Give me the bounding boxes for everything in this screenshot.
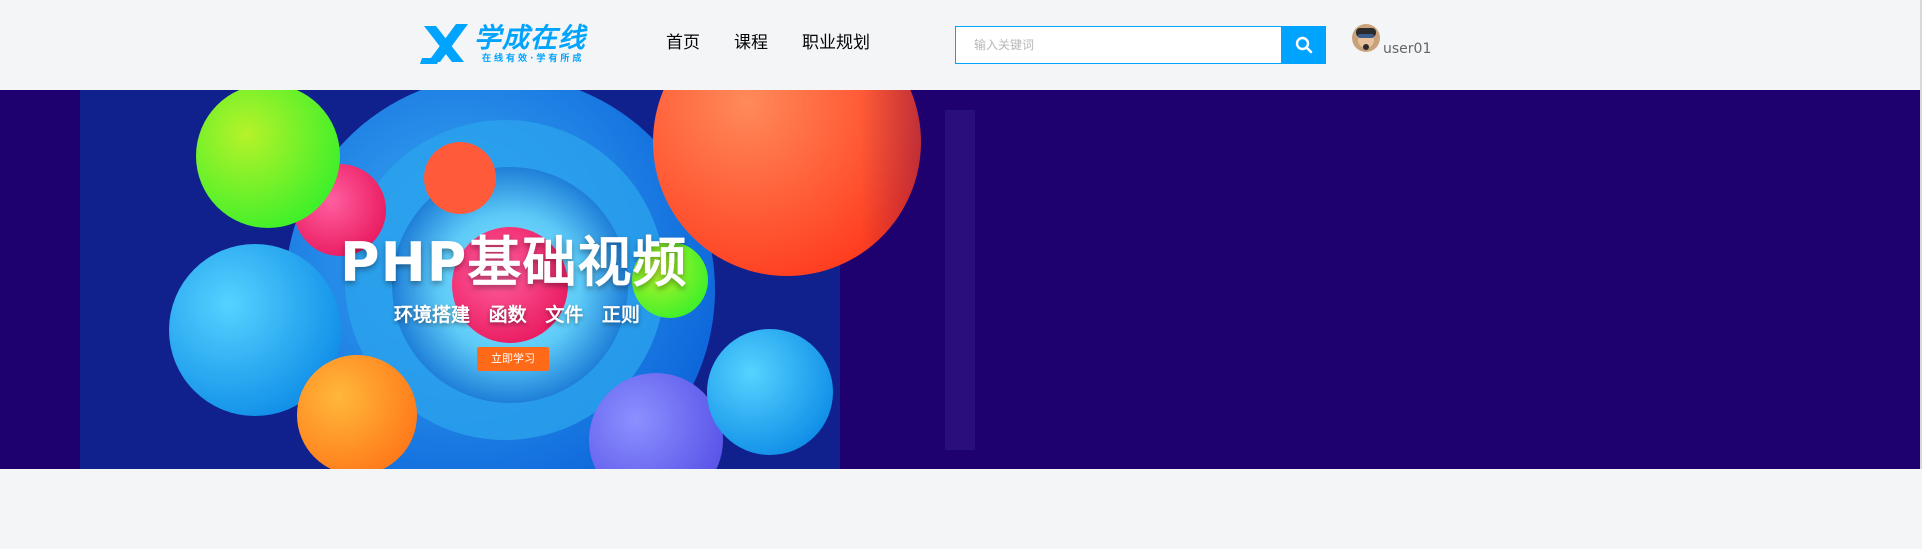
banner-subtitle: 环境搭建 函数 文件 正则 xyxy=(394,304,640,326)
banner-title: PHP基础视频 xyxy=(340,231,688,294)
avatar[interactable] xyxy=(1352,24,1380,52)
start-learning-button[interactable]: 立即学习 xyxy=(477,347,549,371)
user-avatar-icon xyxy=(1352,24,1380,52)
username[interactable]: user01 xyxy=(1383,40,1431,58)
nav-home[interactable]: 首页 xyxy=(666,30,700,56)
nav-career-planning[interactable]: 职业规划 xyxy=(802,30,870,56)
logo-slogan: 在线有效·学有所成 xyxy=(482,53,585,64)
search-button[interactable] xyxy=(1281,26,1326,64)
logo-title: 学成在线 xyxy=(474,22,586,54)
main-nav: 首页 课程 职业规划 xyxy=(666,30,904,56)
user-menu[interactable]: user01 xyxy=(1352,24,1431,57)
search-icon xyxy=(1295,36,1312,54)
site-header: 学成在线 在线有效·学有所成 首页 课程 职业规划 user01 xyxy=(0,0,1922,90)
search-box xyxy=(955,26,1326,64)
site-logo[interactable]: 学成在线 在线有效·学有所成 xyxy=(420,20,600,68)
nav-courses[interactable]: 课程 xyxy=(734,30,768,56)
hero-banner[interactable]: PHP基础视频 环境搭建 函数 文件 正则 立即学习 xyxy=(0,90,1922,469)
logo-x-mark-icon xyxy=(420,24,468,64)
search-input[interactable] xyxy=(955,26,1281,64)
